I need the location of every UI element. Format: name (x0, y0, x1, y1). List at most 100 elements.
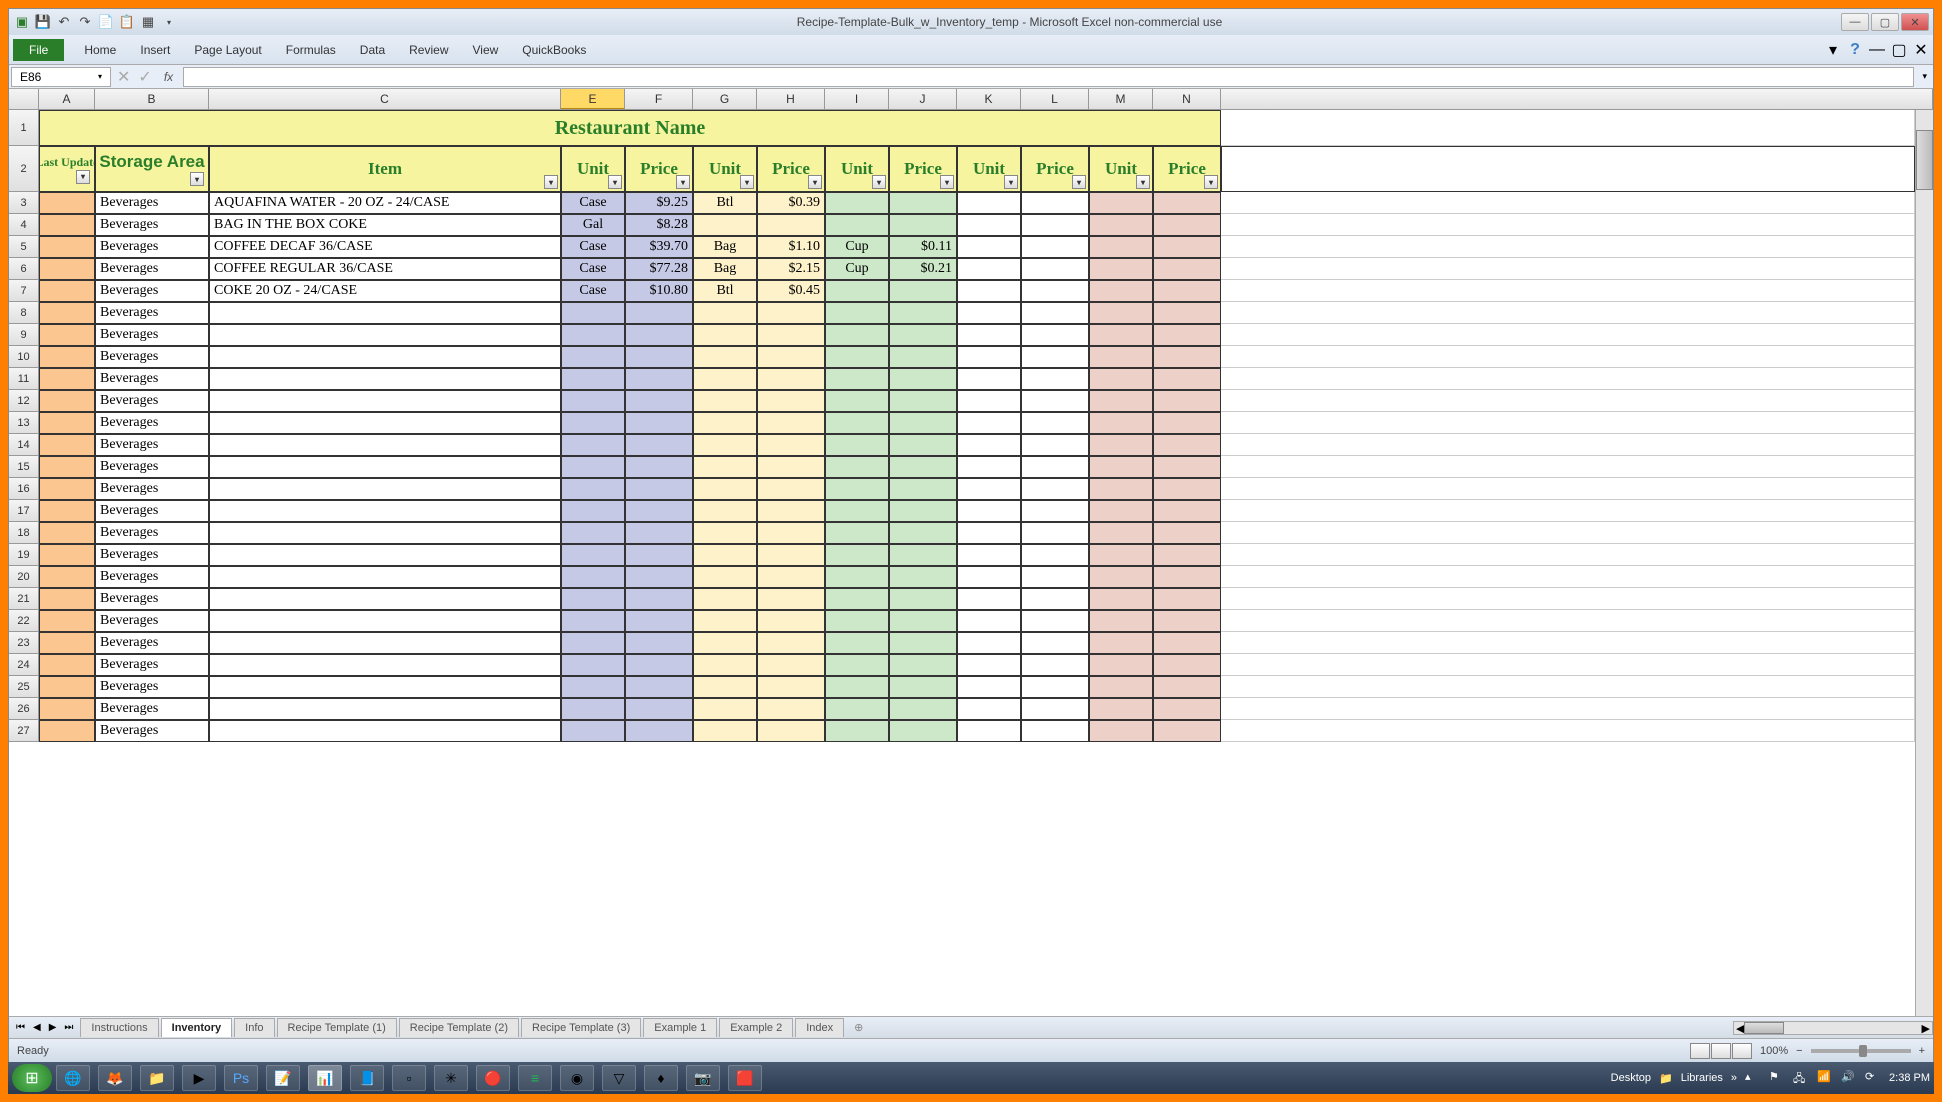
cell-I9[interactable] (825, 324, 889, 346)
zoom-out-icon[interactable]: − (1796, 1045, 1802, 1057)
cell-C13[interactable] (209, 412, 561, 434)
app-icon[interactable]: ♦ (644, 1065, 678, 1091)
cell-A5[interactable] (39, 236, 95, 258)
app-icon[interactable]: 🟥 (728, 1065, 762, 1091)
cell-H14[interactable] (757, 434, 825, 456)
cell-F25[interactable] (625, 676, 693, 698)
cell-E24[interactable] (561, 654, 625, 676)
cell-G18[interactable] (693, 522, 757, 544)
prev-sheet-icon[interactable]: ◀ (30, 1022, 44, 1033)
select-all-button[interactable] (9, 89, 39, 109)
cell-M18[interactable] (1089, 522, 1153, 544)
cell-N23[interactable] (1153, 632, 1221, 654)
cell-C7[interactable]: COKE 20 OZ - 24/CASE (209, 280, 561, 302)
header-price[interactable]: Price▾ (1153, 146, 1221, 192)
horizontal-scrollbar[interactable]: ◀ ▶ (1733, 1021, 1933, 1035)
filter-icon[interactable]: ▾ (872, 175, 886, 189)
cell-H16[interactable] (757, 478, 825, 500)
cell-I8[interactable] (825, 302, 889, 324)
cell-B21[interactable]: Beverages (95, 588, 209, 610)
cell-H9[interactable] (757, 324, 825, 346)
last-sheet-icon[interactable]: ⏭ (61, 1022, 76, 1033)
cell-J26[interactable] (889, 698, 957, 720)
cell-G9[interactable] (693, 324, 757, 346)
cell-N25[interactable] (1153, 676, 1221, 698)
cell-J9[interactable] (889, 324, 957, 346)
cell-B16[interactable]: Beverages (95, 478, 209, 500)
cell-I3[interactable] (825, 192, 889, 214)
row-header-12[interactable]: 12 (9, 390, 39, 412)
cell-F15[interactable] (625, 456, 693, 478)
cell-H26[interactable] (757, 698, 825, 720)
column-header-M[interactable]: M (1089, 89, 1153, 109)
clock[interactable]: 2:38 PM (1889, 1072, 1930, 1084)
row-header-20[interactable]: 20 (9, 566, 39, 588)
cell-M12[interactable] (1089, 390, 1153, 412)
cell-B5[interactable]: Beverages (95, 236, 209, 258)
column-header-A[interactable]: A (39, 89, 95, 109)
cell-A23[interactable] (39, 632, 95, 654)
ribbon-tab-review[interactable]: Review (397, 39, 460, 61)
column-header-E[interactable]: E (561, 89, 625, 109)
cell-E27[interactable] (561, 720, 625, 742)
row-header-23[interactable]: 23 (9, 632, 39, 654)
cell-I12[interactable] (825, 390, 889, 412)
cell-C26[interactable] (209, 698, 561, 720)
cell-C21[interactable] (209, 588, 561, 610)
cell-E10[interactable] (561, 346, 625, 368)
filter-icon[interactable]: ▾ (76, 170, 90, 184)
cell-J22[interactable] (889, 610, 957, 632)
cell-L20[interactable] (1021, 566, 1089, 588)
ie-icon[interactable]: 🌐 (56, 1065, 90, 1091)
cell-M14[interactable] (1089, 434, 1153, 456)
sheet-tab-info[interactable]: Info (234, 1018, 274, 1037)
cell-I15[interactable] (825, 456, 889, 478)
cell-E3[interactable]: Case (561, 192, 625, 214)
row-header-5[interactable]: 5 (9, 236, 39, 258)
cell-M26[interactable] (1089, 698, 1153, 720)
cell-M27[interactable] (1089, 720, 1153, 742)
title-cell[interactable]: Restaurant Name (39, 110, 1221, 146)
cell-N4[interactable] (1153, 214, 1221, 236)
cell-J10[interactable] (889, 346, 957, 368)
cell-F13[interactable] (625, 412, 693, 434)
normal-view-button[interactable] (1690, 1043, 1710, 1059)
cell-B9[interactable]: Beverages (95, 324, 209, 346)
close-button[interactable]: ✕ (1901, 13, 1929, 31)
cell-M4[interactable] (1089, 214, 1153, 236)
row-header-19[interactable]: 19 (9, 544, 39, 566)
cell-F11[interactable] (625, 368, 693, 390)
excel-icon[interactable]: ▣ (13, 13, 31, 31)
cell-G11[interactable] (693, 368, 757, 390)
column-header-H[interactable]: H (757, 89, 825, 109)
cell-M17[interactable] (1089, 500, 1153, 522)
ribbon-tab-page-layout[interactable]: Page Layout (182, 39, 273, 61)
expand-formula-bar-icon[interactable]: ▾ (1916, 71, 1933, 82)
cell-E7[interactable]: Case (561, 280, 625, 302)
cell-M6[interactable] (1089, 258, 1153, 280)
cell-L10[interactable] (1021, 346, 1089, 368)
cell-E14[interactable] (561, 434, 625, 456)
vertical-scrollbar[interactable] (1915, 110, 1933, 1016)
row-header-13[interactable]: 13 (9, 412, 39, 434)
cell-E12[interactable] (561, 390, 625, 412)
cell-A12[interactable] (39, 390, 95, 412)
cell-A24[interactable] (39, 654, 95, 676)
cell-F19[interactable] (625, 544, 693, 566)
filter-icon[interactable]: ▾ (808, 175, 822, 189)
row-header-6[interactable]: 6 (9, 258, 39, 280)
cell-H21[interactable] (757, 588, 825, 610)
filter-icon[interactable]: ▾ (608, 175, 622, 189)
cell-J4[interactable] (889, 214, 957, 236)
cell-A10[interactable] (39, 346, 95, 368)
cell-L13[interactable] (1021, 412, 1089, 434)
cell-L21[interactable] (1021, 588, 1089, 610)
cell-A17[interactable] (39, 500, 95, 522)
header-price[interactable]: Price▾ (1021, 146, 1089, 192)
column-header-I[interactable]: I (825, 89, 889, 109)
chrome-icon[interactable]: 🔴 (476, 1065, 510, 1091)
cell-M11[interactable] (1089, 368, 1153, 390)
sheet-tab-index[interactable]: Index (795, 1018, 844, 1037)
cell-B12[interactable]: Beverages (95, 390, 209, 412)
cell-B8[interactable]: Beverages (95, 302, 209, 324)
